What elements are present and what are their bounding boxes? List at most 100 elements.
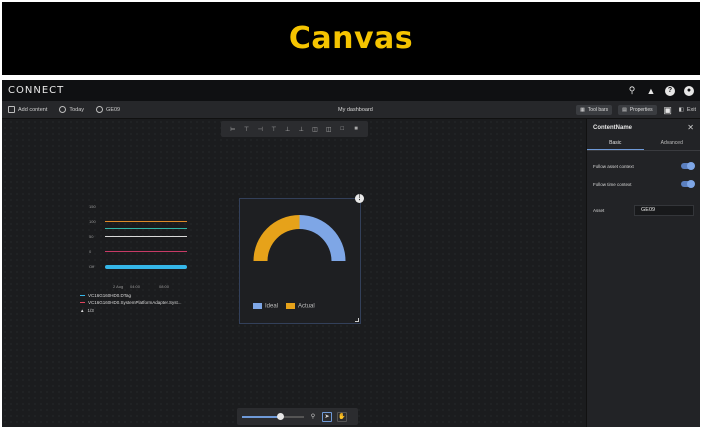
legend-swatch xyxy=(80,302,85,303)
panel-title: ContentName xyxy=(593,124,633,131)
app-logo: CONNECT xyxy=(8,85,65,96)
gauge-arc-actual xyxy=(253,215,300,261)
follow-time-label: Follow time context xyxy=(593,181,632,187)
close-icon[interactable]: ✕ xyxy=(687,123,694,132)
series-line xyxy=(105,236,187,237)
alignment-toolbar: ⊨ ⊤ ⊣ ⊤ ⊥ ⊥ ◫ ◫ □ ■ xyxy=(221,121,368,137)
follow-time-toggle[interactable] xyxy=(681,180,695,188)
legend-item[interactable]: VC16G160HD0.SystemPlatformAdapter.Syst..… xyxy=(80,300,182,305)
toolbox-icon: ▦ xyxy=(580,107,585,113)
actual-label: Actual xyxy=(298,303,315,310)
warning-icon: ▲ xyxy=(80,308,85,313)
dashboard-canvas[interactable]: ⊨ ⊤ ⊣ ⊤ ⊥ ⊥ ◫ ◫ □ ■ 150 100 50 0 Off 2 A… xyxy=(2,119,586,427)
tool-bars-label: Tool bars xyxy=(587,107,609,113)
add-content-icon xyxy=(8,106,15,113)
trend-chart-widget[interactable]: 150 100 50 0 Off 2 Aug 04:00 08:00 VC16G… xyxy=(72,204,202,324)
app-window: CONNECT ⚲ ▲ ? ● Add content Today GE09 M… xyxy=(2,80,700,427)
asset-context-label: GE09 xyxy=(106,106,121,113)
align-middle-icon[interactable]: ⊥ xyxy=(284,126,292,133)
zoom-slider-knob[interactable] xyxy=(277,412,285,420)
time-context-label: Today xyxy=(69,106,85,113)
panel-tabs: Basic Advanced xyxy=(587,136,700,151)
pager-label: 1/3 xyxy=(87,308,94,313)
fit-frame-icon[interactable]: □ xyxy=(338,126,346,132)
legend-label: VC16G160HD0.SystemPlatformAdapter.Syst..… xyxy=(88,300,182,305)
asset-label: Asset xyxy=(593,208,605,213)
align-right-icon[interactable]: ⊣ xyxy=(256,126,264,133)
asset-field[interactable]: GE09 xyxy=(634,205,694,216)
banner-title: Canvas xyxy=(288,21,414,56)
distribute-vertical-icon[interactable]: ◫ xyxy=(325,126,333,133)
zoom-slider[interactable] xyxy=(242,412,304,420)
time-context-button[interactable]: Today xyxy=(59,106,84,113)
follow-time-row: Follow time context xyxy=(587,175,700,193)
dashboard-toolbar: Add content Today GE09 My dashboard ▦ To… xyxy=(2,101,700,119)
select-tool-icon[interactable]: ➤ xyxy=(322,411,332,422)
y-tick: Off xyxy=(89,264,95,269)
series-line xyxy=(105,228,187,229)
properties-label: Properties xyxy=(629,107,653,113)
legend-item[interactable]: VC16G160HD0.DTag xyxy=(80,293,131,298)
save-icon[interactable]: ▣ xyxy=(663,105,673,115)
tab-basic[interactable]: Basic xyxy=(587,136,644,150)
delete-icon[interactable]: ■ xyxy=(352,126,360,132)
x-tick: 08:00 xyxy=(159,284,170,289)
follow-asset-label: Follow asset context xyxy=(593,163,634,169)
gauge-chart xyxy=(253,215,346,261)
tab-advanced[interactable]: Advanced xyxy=(644,136,701,150)
asset-context-button[interactable]: GE09 xyxy=(96,106,120,113)
exit-icon: ◧ xyxy=(678,107,684,113)
y-tick: 100 xyxy=(89,219,96,224)
distribute-horizontal-icon[interactable]: ◫ xyxy=(311,126,319,133)
gauge-legend: Ideal Actual xyxy=(253,303,315,310)
y-tick: 0 xyxy=(89,249,92,254)
asset-row: Asset GE09 xyxy=(587,205,700,216)
zoom-bar: ⚲ ➤ ✋ xyxy=(237,408,358,425)
tool-bars-button[interactable]: ▦ Tool bars xyxy=(576,105,613,115)
gauge-widget[interactable]: ⋮ Ideal Actual xyxy=(239,194,364,324)
dashboard-title: My dashboard xyxy=(338,107,373,113)
clock-icon xyxy=(59,106,67,113)
ideal-label: Ideal xyxy=(265,303,279,310)
legend-label: VC16G160HD0.DTag xyxy=(88,293,132,298)
resize-handle[interactable] xyxy=(355,318,359,322)
x-tick: 04:00 xyxy=(130,284,141,289)
series-line xyxy=(105,221,187,222)
properties-panel: ContentName ✕ Basic Advanced Follow asse… xyxy=(586,119,700,427)
pan-tool-icon[interactable]: ✋ xyxy=(337,411,347,422)
bell-icon[interactable]: ▲ xyxy=(646,86,656,96)
legend-item-actual[interactable]: Actual xyxy=(286,303,315,310)
gauge-arc-ideal xyxy=(299,215,346,261)
user-icon[interactable]: ● xyxy=(684,85,694,96)
search-icon[interactable]: ⚲ xyxy=(627,85,637,96)
zoom-icon[interactable]: ⚲ xyxy=(309,413,317,420)
add-content-button[interactable]: Add content xyxy=(8,106,47,113)
follow-asset-toggle[interactable] xyxy=(681,162,695,170)
x-tick: 2 Aug xyxy=(113,284,124,289)
legend-item-ideal[interactable]: Ideal xyxy=(253,303,278,310)
zoom-slider-fill xyxy=(242,415,281,418)
align-center-icon[interactable]: ⊤ xyxy=(243,126,251,133)
actual-swatch xyxy=(286,303,296,309)
asset-icon xyxy=(96,106,104,113)
follow-asset-row: Follow asset context xyxy=(587,157,700,175)
exit-button[interactable]: ◧ Exit xyxy=(679,107,696,113)
top-bar: CONNECT ⚲ ▲ ? ● xyxy=(2,80,700,101)
properties-button[interactable]: ▤ Properties xyxy=(618,105,657,115)
series-bar xyxy=(105,265,187,269)
more-options-icon[interactable]: ⋮ xyxy=(355,194,364,203)
series-line xyxy=(105,251,187,252)
legend-swatch xyxy=(80,295,85,296)
title-banner: Canvas xyxy=(2,2,700,75)
help-icon[interactable]: ? xyxy=(665,85,675,96)
align-left-icon[interactable]: ⊨ xyxy=(229,126,237,133)
y-tick: 150 xyxy=(89,204,96,209)
exit-label: Exit xyxy=(686,107,696,113)
properties-icon: ▤ xyxy=(622,107,627,113)
align-top-icon[interactable]: ⊤ xyxy=(270,126,278,133)
ideal-swatch xyxy=(253,303,262,309)
align-bottom-icon[interactable]: ⊥ xyxy=(297,126,305,133)
legend-pager[interactable]: ▲ 1/3 xyxy=(80,308,94,313)
add-content-label: Add content xyxy=(18,106,48,113)
y-tick: 50 xyxy=(89,234,94,239)
